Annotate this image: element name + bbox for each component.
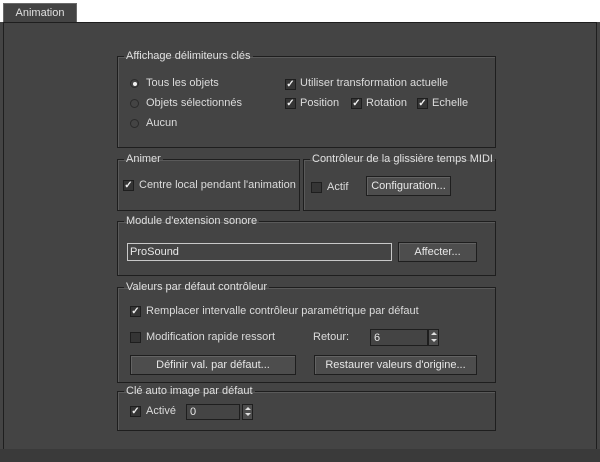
midi-enable-label: Actif: [327, 181, 349, 193]
auto-key-enabled-checkbox[interactable]: ✓: [130, 406, 141, 417]
auto-key-title: Clé auto image par défaut: [126, 385, 253, 397]
restore-original-button[interactable]: Restaurer valeurs d'origine...: [314, 355, 477, 375]
auto-key-frame-input[interactable]: [186, 404, 240, 420]
scale-label: Echelle: [432, 97, 469, 109]
auto-key-enabled-label: Activé: [146, 405, 176, 417]
sound-plugin-title: Module d'extension sonore: [126, 215, 258, 227]
rollback-spinner[interactable]: [428, 329, 439, 346]
spinner-down-icon[interactable]: [243, 412, 252, 419]
midi-enable-checkbox[interactable]: [311, 182, 322, 193]
use-current-transform-label: Utiliser transformation actuelle: [300, 77, 448, 89]
position-checkbox[interactable]: ✓: [285, 98, 296, 109]
position-label: Position: [300, 97, 340, 109]
spinner-up-icon[interactable]: [429, 330, 438, 338]
use-current-transform-checkbox[interactable]: ✓: [285, 79, 296, 90]
spinner-down-icon[interactable]: [429, 338, 438, 346]
animate-title: Animer: [126, 153, 161, 165]
spring-quick-edit-label: Modification rapide ressort: [146, 331, 276, 343]
local-center-label: Centre local pendant l'animation: [139, 179, 296, 191]
tab-strip: [0, 0, 600, 22]
midi-setup-button[interactable]: Configuration...: [366, 176, 451, 196]
spring-quick-edit-checkbox[interactable]: [130, 332, 141, 343]
override-range-checkbox[interactable]: ✓: [130, 306, 141, 317]
rollback-input[interactable]: [370, 329, 428, 346]
radio-none[interactable]: [130, 119, 139, 128]
controller-defaults-title: Valeurs par défaut contrôleur: [126, 281, 268, 293]
midi-title: Contrôleur de la glissière temps MIDI: [312, 153, 493, 165]
radio-selected-objects[interactable]: [130, 99, 139, 108]
radio-all-objects-label: Tous les objets: [146, 77, 219, 89]
spinner-up-icon[interactable]: [243, 405, 252, 412]
rotation-checkbox[interactable]: ✓: [351, 98, 362, 109]
set-defaults-button[interactable]: Définir val. par défaut...: [130, 355, 296, 375]
scale-checkbox[interactable]: ✓: [417, 98, 428, 109]
rotation-label: Rotation: [366, 97, 407, 109]
assign-sound-button[interactable]: Affecter...: [398, 242, 477, 262]
radio-selected-objects-label: Objets sélectionnés: [146, 97, 242, 109]
rollback-label: Retour:: [313, 331, 350, 343]
key-bracket-title: Affichage délimiteurs clés: [126, 50, 251, 62]
override-range-label: Remplacer intervalle contrôleur paramétr…: [146, 305, 419, 317]
sound-plugin-field[interactable]: [127, 243, 392, 261]
auto-key-frame-spinner[interactable]: [242, 404, 253, 420]
tab-animation[interactable]: Animation: [3, 3, 77, 23]
radio-all-objects[interactable]: [130, 79, 139, 88]
radio-none-label: Aucun: [146, 117, 178, 129]
panel-bottom-edge: [0, 449, 600, 462]
local-center-checkbox[interactable]: ✓: [123, 180, 134, 191]
